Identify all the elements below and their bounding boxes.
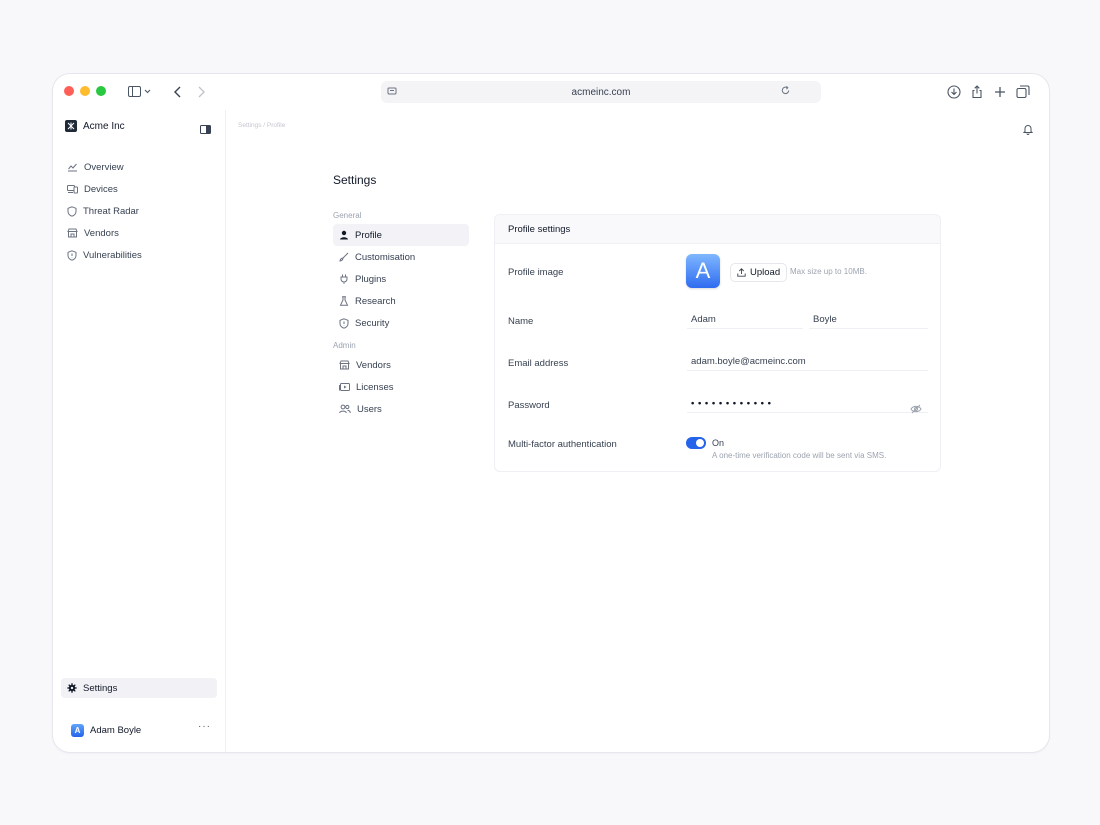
url-text: acmeinc.com [571, 86, 631, 98]
store-icon [67, 228, 78, 238]
shield-icon [67, 249, 77, 261]
password-field[interactable]: • • • • • • • • • • • • [687, 395, 928, 413]
subnav-item-label: Licenses [356, 381, 394, 393]
collapse-sidebar-icon[interactable] [200, 122, 211, 140]
email-value: adam.boyle@acmeinc.com [691, 356, 806, 367]
settings-subnav: General Profile Customisation Plugins Re… [333, 211, 469, 420]
notifications-bell-icon[interactable] [1022, 122, 1034, 140]
sidebar-item-threat-radar[interactable]: Threat Radar [65, 200, 219, 222]
subnav-item-label: Vendors [356, 359, 391, 371]
address-bar[interactable]: acmeinc.com [381, 81, 821, 103]
subnav-item-plugins[interactable]: Plugins [333, 268, 469, 290]
users-icon [339, 404, 351, 414]
brush-icon [339, 252, 349, 262]
subnav-item-profile[interactable]: Profile [333, 224, 469, 246]
brand-name: Acme Inc [83, 120, 125, 132]
subnav-item-label: Customisation [355, 251, 416, 263]
sidebar-item-vendors[interactable]: Vendors [65, 222, 219, 244]
subnav-item-vendors[interactable]: Vendors [333, 354, 469, 376]
store-icon [339, 360, 350, 370]
page-title: Settings [333, 173, 377, 187]
chart-icon [68, 163, 77, 172]
brand[interactable]: Acme Inc [65, 120, 125, 132]
main-nav: Overview Devices Threat Radar Vendors Vu… [65, 156, 219, 266]
subnav-item-label: Research [355, 295, 396, 307]
gear-icon [67, 683, 77, 693]
back-icon[interactable] [170, 84, 186, 100]
devices-icon [67, 185, 78, 194]
mfa-hint: A one-time verification code will be sen… [712, 451, 887, 460]
close-window-button[interactable] [64, 86, 74, 96]
app-sidebar: Acme Inc Overview Devices Threat Radar V… [53, 110, 226, 752]
person-icon [340, 230, 348, 240]
browser-toolbar: acmeinc.com [53, 74, 1049, 110]
new-tab-icon[interactable] [992, 84, 1008, 100]
user-menu[interactable]: A Adam Boyle ··· [71, 721, 211, 739]
subnav-item-label: Profile [355, 229, 382, 241]
mfa-label: Multi-factor authentication [508, 439, 617, 450]
subnav-item-licenses[interactable]: Licenses [333, 376, 469, 398]
maximize-window-button[interactable] [96, 86, 106, 96]
email-field[interactable]: adam.boyle@acmeinc.com [687, 353, 928, 371]
subnav-item-label: Plugins [355, 273, 387, 285]
last-name-field[interactable]: Boyle [809, 311, 928, 329]
toggle-knob [696, 439, 704, 447]
password-label: Password [508, 400, 550, 411]
first-name-value: Adam [691, 314, 716, 325]
password-value: • • • • • • • • • • • • [691, 398, 772, 409]
minimize-window-button[interactable] [80, 86, 90, 96]
shield-icon [339, 317, 349, 329]
section-label-general: General [333, 211, 362, 220]
subnav-item-security[interactable]: Security [333, 312, 469, 334]
profile-image-label: Profile image [508, 267, 564, 278]
sidebar-item-settings[interactable]: Settings [61, 678, 217, 698]
sidebar-item-vulnerabilities[interactable]: Vulnerabilities [65, 244, 219, 266]
last-name-value: Boyle [813, 314, 837, 325]
download-icon[interactable] [946, 84, 962, 100]
name-label: Name [508, 316, 534, 327]
email-label: Email address [508, 358, 569, 369]
sidebar-item-label: Vendors [84, 227, 119, 239]
upload-icon [737, 268, 746, 277]
sidebar-item-overview[interactable]: Overview [65, 156, 219, 178]
sidebar-item-label: Overview [84, 161, 124, 173]
subnav-item-label: Users [357, 403, 382, 415]
mfa-toggle[interactable] [686, 437, 706, 449]
sidebar-item-devices[interactable]: Devices [65, 178, 219, 200]
license-icon [339, 383, 350, 391]
mfa-state: On [712, 438, 725, 448]
profile-avatar: A [686, 254, 720, 288]
upload-button[interactable]: Upload [730, 263, 788, 282]
subnav-item-customisation[interactable]: Customisation [333, 246, 469, 268]
upload-hint: Max size up to 10MB. [790, 267, 867, 276]
browser-window: acmeinc.com Acme Inc Overview Devices Th… [52, 73, 1050, 753]
eye-off-icon[interactable] [910, 401, 922, 419]
page-icon [387, 86, 397, 99]
avatar: A [71, 723, 84, 737]
shield-icon [67, 205, 77, 217]
sidebar-toggle-icon[interactable] [127, 84, 153, 100]
forward-icon[interactable] [193, 84, 209, 100]
first-name-field[interactable]: Adam [687, 311, 803, 329]
section-label-admin: Admin [333, 341, 356, 350]
subnav-item-research[interactable]: Research [333, 290, 469, 312]
breadcrumb: Settings / Profile [238, 122, 286, 129]
flask-icon [339, 296, 349, 306]
plug-icon [340, 274, 348, 284]
upload-label: Upload [750, 267, 781, 278]
settings-label: Settings [83, 682, 118, 694]
share-icon[interactable] [969, 84, 985, 100]
user-name: Adam Boyle [90, 724, 142, 736]
acme-logo-icon [65, 120, 77, 132]
reload-icon[interactable] [780, 85, 791, 99]
subnav-item-users[interactable]: Users [333, 398, 469, 420]
profile-settings-card: Profile settings Profile image A Upload … [494, 214, 941, 472]
tab-overview-icon[interactable] [1015, 84, 1031, 100]
sidebar-item-label: Threat Radar [83, 205, 139, 217]
sidebar-item-label: Devices [84, 183, 118, 195]
sidebar-item-label: Vulnerabilities [83, 249, 142, 261]
more-icon[interactable]: ··· [198, 721, 211, 732]
subnav-item-label: Security [355, 317, 390, 329]
card-title: Profile settings [495, 215, 940, 244]
